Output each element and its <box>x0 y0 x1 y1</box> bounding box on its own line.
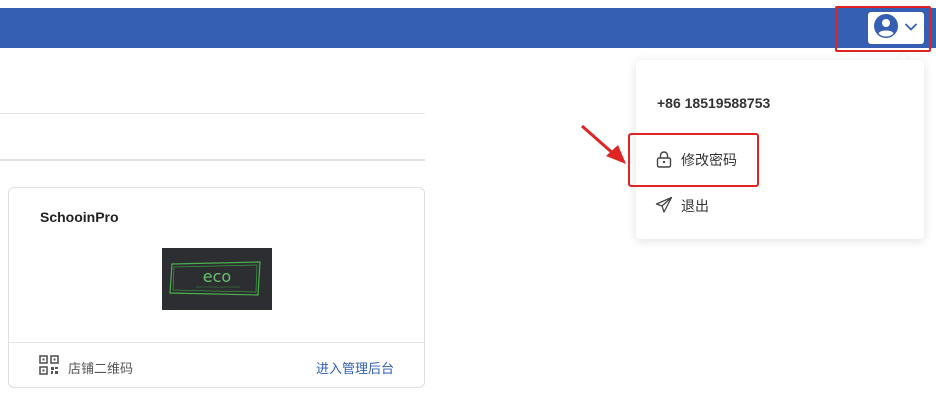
send-icon <box>655 196 673 217</box>
qr-code-icon[interactable] <box>39 355 59 380</box>
user-phone: +86 18519588753 <box>657 95 771 111</box>
enter-admin-link[interactable]: 进入管理后台 <box>316 358 394 377</box>
shop-title: SchooinPro <box>40 209 119 225</box>
logout-item[interactable]: 退出 <box>655 194 709 218</box>
user-menu-highlight-box <box>835 6 931 52</box>
logout-label: 退出 <box>681 198 709 214</box>
logo-text: eco <box>203 267 231 286</box>
annotation-arrow-icon <box>576 120 630 173</box>
divider <box>0 159 425 161</box>
qr-code-label[interactable]: 店铺二维码 <box>68 358 133 377</box>
dropdown-caret <box>896 53 910 60</box>
change-password-highlight-box <box>628 133 759 187</box>
shop-card: SchooinPro eco 店铺二维码 进入管理后台 <box>8 187 425 388</box>
divider <box>0 113 425 114</box>
shop-logo: eco <box>162 248 272 310</box>
shop-card-footer: 店铺二维码 进入管理后台 <box>9 342 424 388</box>
top-header-bar <box>0 8 936 48</box>
